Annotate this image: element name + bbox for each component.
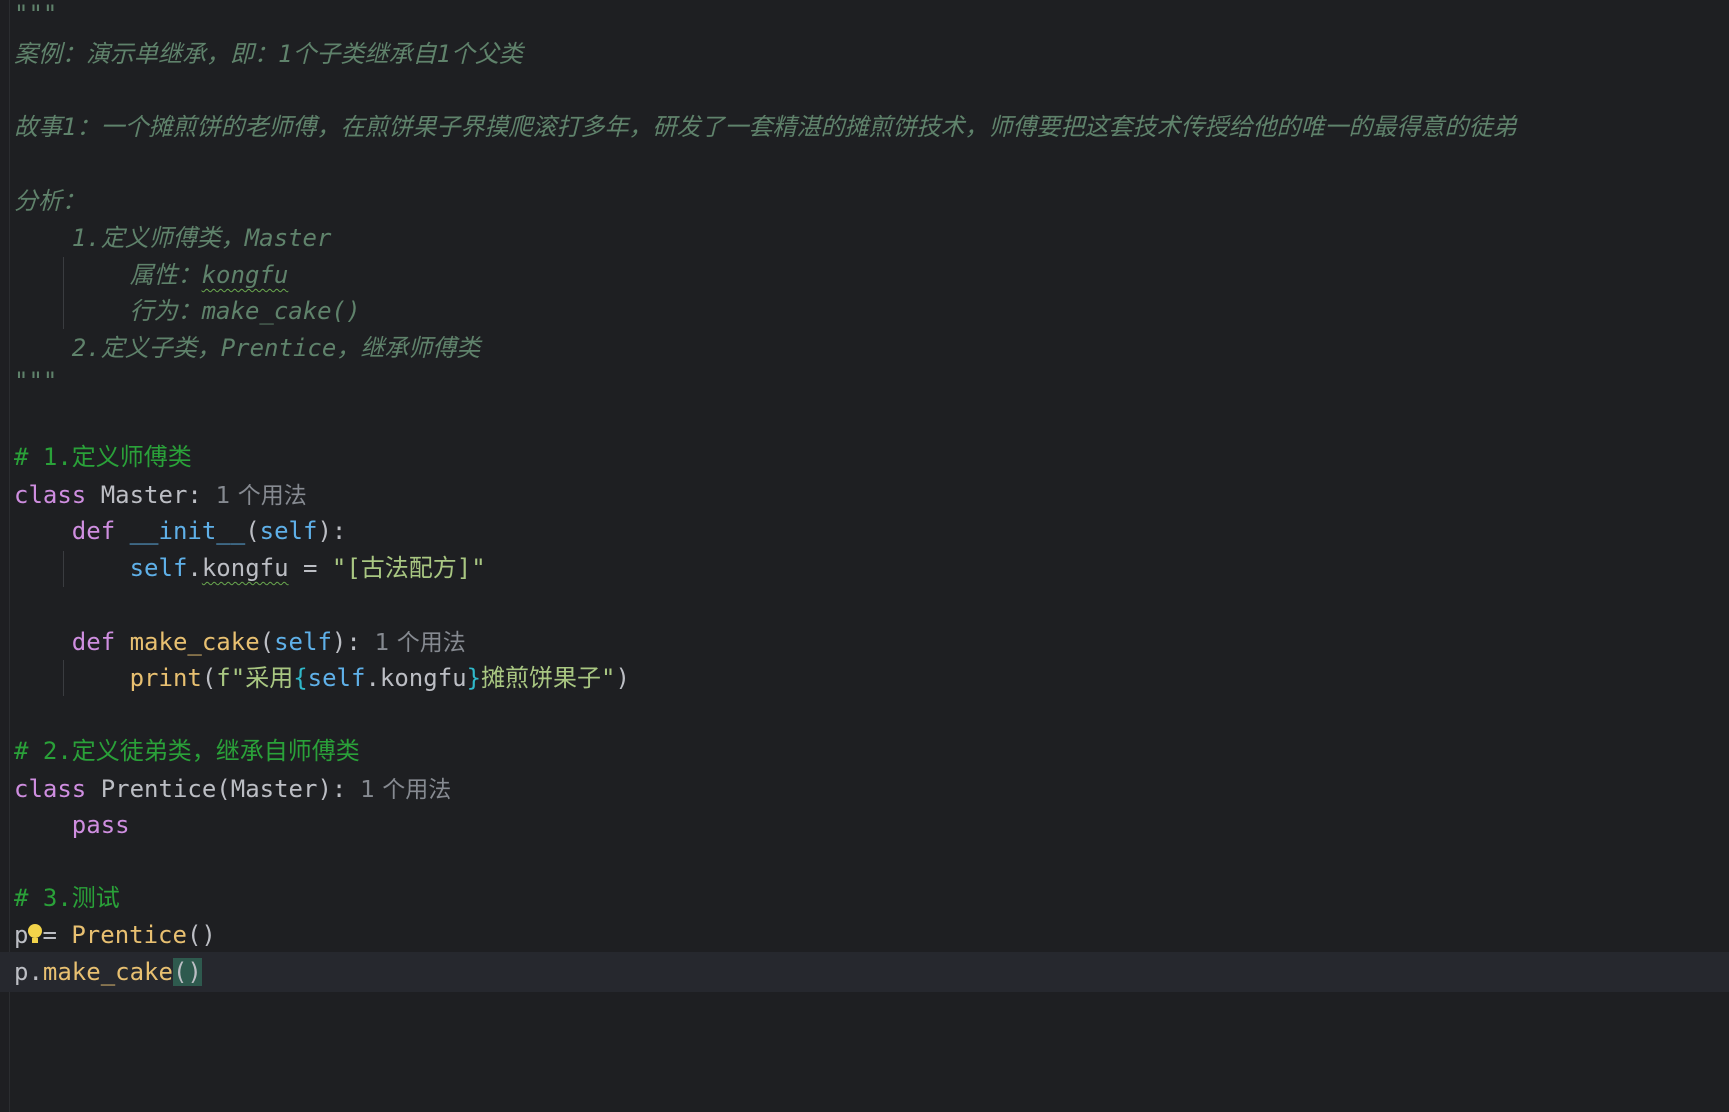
function-name[interactable]: __init__ bbox=[130, 517, 246, 545]
constructor-call[interactable]: Prentice bbox=[71, 921, 187, 949]
docstring-text: 案例：演示单继承，即：1个子类继承自1个父类 bbox=[14, 40, 523, 68]
code-line[interactable]: print(f"采用{self.kongfu}摊煎饼果子") bbox=[14, 658, 630, 698]
code-line[interactable]: 2.定义子类，Prentice，继承师傅类 bbox=[14, 328, 481, 368]
code-line[interactable]: 故事1：一个摊煎饼的老师傅，在煎饼果子界摸爬滚打多年，研发了一套精湛的摊煎饼技术… bbox=[14, 107, 1516, 147]
code-editor[interactable]: """ 案例：演示单继承，即：1个子类继承自1个父类 故事1：一个摊煎饼的老师傅… bbox=[0, 0, 1729, 1112]
code-line[interactable]: # 1.定义师傅类 bbox=[14, 437, 192, 477]
method-call[interactable]: make_cake bbox=[43, 958, 173, 986]
self-param: self bbox=[259, 517, 318, 545]
docstring-text: 分析： bbox=[14, 187, 86, 215]
code-line[interactable]: pass bbox=[14, 805, 130, 845]
gutter-divider bbox=[9, 0, 10, 1112]
code-line[interactable]: 1.定义师傅类，Master bbox=[14, 218, 332, 258]
keyword: class bbox=[14, 481, 87, 509]
self-ref: self bbox=[307, 664, 366, 692]
keyword: def bbox=[71, 517, 116, 545]
docstring-text: 2.定义子类，Prentice，继承师傅类 bbox=[14, 334, 481, 362]
code-line[interactable]: 行为：make_cake() bbox=[14, 291, 361, 331]
docstring-text: 行为：make_cake() bbox=[14, 297, 361, 325]
code-line[interactable]: # 2.定义徒弟类，继承自师傅类 bbox=[14, 731, 360, 771]
docstring-open: """ bbox=[14, 0, 58, 28]
current-line-highlight bbox=[0, 952, 1729, 992]
self-ref: self bbox=[129, 554, 188, 582]
code-line[interactable]: 分析： bbox=[14, 181, 86, 221]
code-line[interactable]: def __init__(self): bbox=[14, 511, 347, 551]
attribute-typo[interactable]: kongfu bbox=[202, 554, 289, 582]
keyword: pass bbox=[71, 811, 130, 839]
code-line[interactable]: 案例：演示单继承，即：1个子类继承自1个父类 bbox=[14, 34, 523, 74]
code-line-current[interactable]: p.make_cake() bbox=[14, 952, 202, 992]
typo-warning-word[interactable]: kongfu bbox=[202, 261, 289, 289]
class-name[interactable]: Master bbox=[101, 481, 188, 509]
code-line[interactable]: class Prentice(Master): 1 个用法 bbox=[14, 769, 451, 809]
code-line[interactable]: p = Prentice() bbox=[14, 915, 216, 955]
docstring-text: 故事1：一个摊煎饼的老师傅，在煎饼果子界摸爬滚打多年，研发了一套精湛的摊煎饼技术… bbox=[14, 113, 1517, 141]
comment: # 3.测试 bbox=[14, 884, 120, 912]
attribute: kongfu bbox=[379, 664, 467, 692]
builtin-call[interactable]: print bbox=[130, 664, 202, 692]
variable: p bbox=[14, 921, 29, 949]
docstring-text: 属性： bbox=[14, 261, 202, 289]
function-name[interactable]: make_cake bbox=[130, 628, 260, 656]
code-line[interactable]: def make_cake(self): 1 个用法 bbox=[14, 622, 466, 662]
fstring-part: 摊煎饼果子" bbox=[481, 664, 616, 692]
comment: # 2.定义徒弟类，继承自师傅类 bbox=[14, 737, 360, 765]
docstring-close: """ bbox=[14, 367, 58, 395]
code-line[interactable]: 属性：kongfu bbox=[14, 255, 289, 295]
usages-hint[interactable]: 1 个用法 bbox=[216, 483, 307, 509]
usages-hint[interactable]: 1 个用法 bbox=[375, 630, 466, 656]
fstring-part: f"采用 bbox=[216, 664, 294, 692]
usages-hint[interactable]: 1 个用法 bbox=[360, 777, 451, 803]
code-line[interactable]: class Master: 1 个用法 bbox=[14, 475, 307, 515]
keyword: class bbox=[14, 775, 87, 803]
lightbulb-icon[interactable] bbox=[28, 924, 43, 946]
string-literal: "[古法配方]" bbox=[331, 554, 486, 582]
comment: # 1.定义师傅类 bbox=[14, 443, 192, 471]
code-line[interactable]: # 3.测试 bbox=[14, 878, 120, 918]
code-line[interactable]: self.kongfu = "[古法配方]" bbox=[14, 548, 486, 588]
class-name[interactable]: Prentice bbox=[101, 775, 217, 803]
docstring-text: 1.定义师傅类，Master bbox=[14, 224, 332, 252]
self-param: self bbox=[274, 628, 332, 656]
keyword: def bbox=[71, 628, 116, 656]
call-parens: () bbox=[186, 921, 216, 949]
base-class[interactable]: Master bbox=[231, 775, 318, 803]
code-line[interactable]: """ bbox=[14, 361, 57, 401]
variable: p bbox=[14, 958, 29, 986]
code-line[interactable]: """ bbox=[14, 0, 57, 34]
